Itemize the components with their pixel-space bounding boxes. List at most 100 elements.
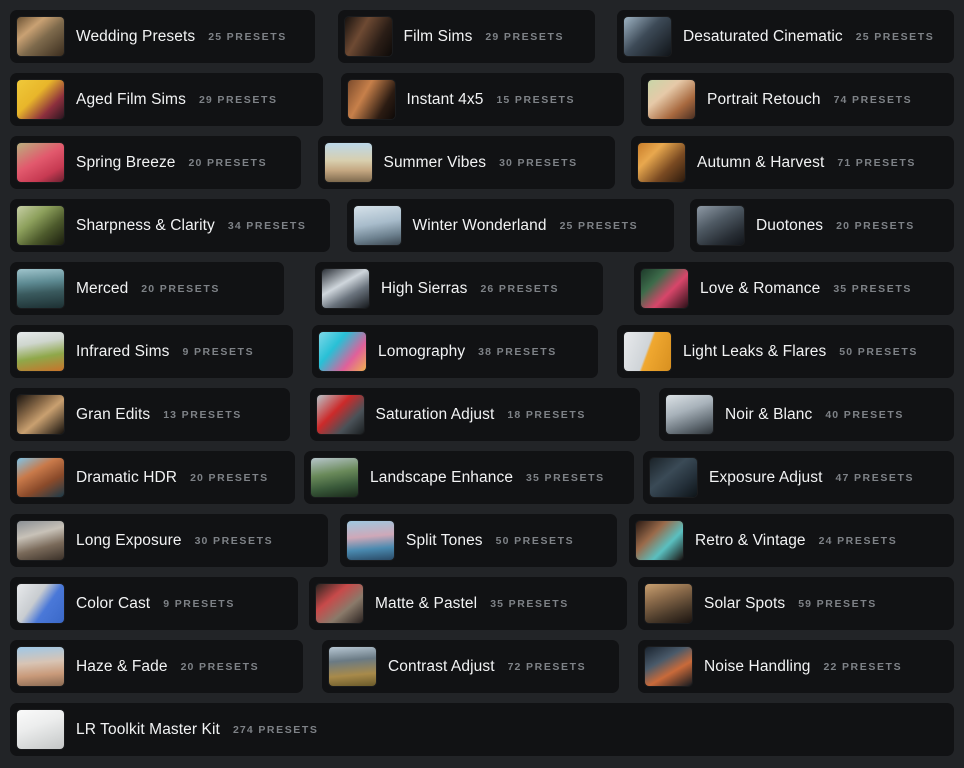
preset-collection-card[interactable]: Light Leaks & Flares 50 PRESETS [617, 325, 954, 378]
preset-collection-card[interactable]: Noise Handling 22 PRESETS [638, 640, 954, 693]
collection-title: Landscape Enhance [370, 468, 514, 486]
collection-title: Exposure Adjust [709, 468, 823, 486]
collection-thumbnail-image [347, 80, 395, 119]
preset-collection-card[interactable]: Portrait Retouch 74 PRESETS [641, 73, 954, 126]
preset-collection-grid: Wedding Presets 25 PRESETS Film Sims 29 PRE… [0, 0, 964, 766]
preset-collection-card[interactable]: Split Tones 50 PRESETS [340, 514, 617, 567]
preset-collection-card[interactable]: Haze & Fade 20 PRESETS [10, 640, 303, 693]
collection-preset-count: 38 PRESETS [478, 346, 557, 358]
preset-count-number: 20 [188, 156, 203, 169]
preset-collection-card[interactable]: Duotones 20 PRESETS [690, 199, 954, 252]
collection-title: Spring Breeze [76, 153, 176, 171]
preset-count-number: 25 [855, 30, 870, 43]
preset-collection-card[interactable]: Gran Edits 13 PRESETS [10, 388, 290, 441]
collection-title: Duotones [756, 216, 824, 234]
collection-preset-count: 72 PRESETS [508, 661, 587, 673]
preset-collection-card[interactable]: Instant 4x5 15 PRESETS [340, 73, 624, 126]
collection-thumbnail-image [17, 206, 64, 245]
collection-thumbnail-image [329, 647, 376, 686]
preset-count-number: 29 [198, 93, 213, 106]
collection-title: Summer Vibes [383, 153, 487, 171]
collection-thumbnail-image [344, 17, 392, 56]
preset-count-number: 20 [190, 471, 204, 484]
collection-thumbnail-image [324, 143, 372, 182]
preset-count-number: 25 [208, 30, 223, 43]
preset-count-number: 9 [182, 345, 190, 358]
collection-thumbnail-image [17, 143, 64, 182]
preset-collection-card[interactable]: Retro & Vintage 24 PRESETS [629, 514, 954, 567]
collection-thumbnail-image [697, 206, 744, 245]
collection-title: LR Toolkit Master Kit [76, 720, 220, 738]
collection-title: Infrared Sims [76, 342, 170, 360]
preset-count-label: PRESETS [855, 156, 917, 169]
preset-collection-card[interactable]: Solar Spots 59 PRESETS [638, 577, 954, 630]
collection-thumbnail-image [641, 269, 688, 308]
preset-row: Sharpness & Clarity 34 PRESETS Winter Wond… [10, 199, 954, 252]
preset-collection-card[interactable]: Landscape Enhance 35 PRESETS [304, 451, 634, 504]
collection-title: Noir & Blanc [725, 405, 813, 423]
collection-title: Love & Romance [700, 279, 821, 297]
preset-collection-card[interactable]: Saturation Adjust 18 PRESETS [309, 388, 640, 441]
collection-preset-count: 47 PRESETS [836, 472, 915, 484]
preset-count-number: 20 [180, 660, 195, 673]
preset-collection-card[interactable]: Merced 20 PRESETS [10, 262, 284, 315]
collection-preset-count: 20 PRESETS [189, 157, 268, 169]
preset-count-number: 29 [485, 30, 500, 43]
preset-count-number: 274 [232, 723, 254, 736]
preset-collection-card[interactable]: Exposure Adjust 47 PRESETS [643, 451, 954, 504]
preset-count-label: PRESETS [503, 30, 565, 43]
preset-count-label: PRESETS [526, 660, 587, 673]
collection-preset-count: 35 PRESETS [490, 598, 569, 610]
collection-preset-count: 50 PRESETS [839, 346, 918, 358]
preset-collection-card[interactable]: Infrared Sims 9 PRESETS [10, 325, 293, 378]
collection-thumbnail-image [17, 647, 64, 686]
preset-count-label: PRESETS [854, 219, 915, 232]
preset-collection-card[interactable]: Noir & Blanc 40 PRESETS [659, 388, 954, 441]
collection-preset-count: 30 PRESETS [499, 157, 578, 169]
collection-thumbnail-image [17, 710, 64, 749]
preset-count-label: PRESETS [837, 534, 898, 547]
preset-collection-card[interactable]: Sharpness & Clarity 34 PRESETS [10, 199, 330, 252]
collection-preset-count: 20 PRESETS [190, 472, 269, 484]
collection-preset-count: 40 PRESETS [825, 409, 904, 421]
collection-preset-count: 24 PRESETS [819, 535, 898, 547]
collection-title: Wedding Presets [76, 27, 196, 45]
preset-collection-card[interactable]: Lomography 38 PRESETS [312, 325, 598, 378]
preset-collection-card[interactable]: Summer Vibes 30 PRESETS [317, 136, 615, 189]
preset-count-label: PRESETS [226, 30, 287, 43]
preset-count-number: 13 [163, 408, 178, 421]
collection-thumbnail-image [311, 458, 358, 497]
collection-preset-count: 74 PRESETS [834, 94, 913, 106]
collection-title: Portrait Retouch [707, 90, 821, 108]
preset-collection-card[interactable]: Matte & Pastel 35 PRESETS [309, 577, 627, 630]
preset-count-number: 35 [833, 282, 848, 295]
preset-collection-card[interactable]: Love & Romance 35 PRESETS [634, 262, 954, 315]
preset-row: Infrared Sims 9 PRESETS Lomography 38 PRESE… [10, 325, 954, 378]
preset-count-label: PRESETS [843, 408, 904, 421]
preset-collection-card[interactable]: Color Cast 9 PRESETS [10, 577, 298, 630]
preset-collection-card[interactable]: Film Sims 29 PRESETS [337, 10, 595, 63]
preset-collection-card[interactable]: LR Toolkit Master Kit 274 PRESETS [10, 703, 954, 756]
preset-collection-card[interactable]: Desaturated Cinematic 25 PRESETS [617, 10, 954, 63]
preset-collection-card[interactable]: Long Exposure 30 PRESETS [10, 514, 328, 567]
collection-thumbnail-image [17, 395, 64, 434]
preset-collection-card[interactable]: Autumn & Harvest 71 PRESETS [631, 136, 954, 189]
collection-preset-count: 274 PRESETS [233, 724, 319, 736]
preset-collection-card[interactable]: Wedding Presets 25 PRESETS [10, 10, 315, 63]
preset-row: Gran Edits 13 PRESETS Saturation Adjust 18 … [10, 388, 954, 441]
preset-collection-card[interactable]: Dramatic HDR 20 PRESETS [10, 451, 295, 504]
preset-row: Spring Breeze 20 PRESETS Summer Vibes 30 PR… [10, 136, 954, 189]
collection-thumbnail-image [645, 647, 692, 686]
preset-collection-card[interactable]: Spring Breeze 20 PRESETS [10, 136, 301, 189]
preset-collection-card[interactable]: Contrast Adjust 72 PRESETS [322, 640, 619, 693]
preset-collection-card[interactable]: Winter Wonderland 25 PRESETS [346, 199, 674, 252]
preset-count-label: PRESETS [578, 219, 639, 232]
collection-thumbnail-image [17, 80, 64, 119]
preset-count-number: 34 [227, 219, 242, 232]
collection-thumbnail-image [645, 584, 692, 623]
preset-collection-card[interactable]: Aged Film Sims 29 PRESETS [10, 73, 323, 126]
preset-collection-card[interactable]: High Sierras 26 PRESETS [315, 262, 603, 315]
collection-preset-count: 34 PRESETS [228, 220, 307, 232]
collection-title: Gran Edits [76, 405, 151, 423]
preset-count-number: 26 [480, 282, 495, 295]
